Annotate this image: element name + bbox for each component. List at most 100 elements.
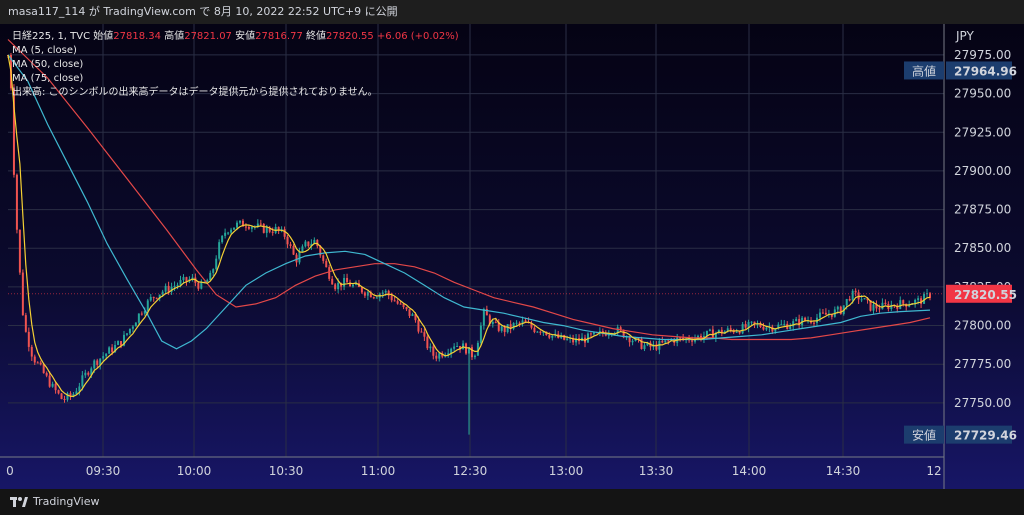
candle-body (301, 246, 304, 253)
candle-body (372, 297, 375, 299)
candle-body (518, 322, 521, 324)
footer-brand[interactable]: TradingView (33, 489, 99, 515)
candle-body (845, 298, 848, 306)
x-tick-label: 10:30 (269, 464, 304, 478)
candle-body (108, 347, 111, 354)
candle-body (325, 260, 328, 268)
candle-body (173, 285, 176, 287)
candle-body (298, 252, 301, 263)
footer: TradingView (0, 489, 1024, 515)
candle-body (230, 229, 233, 233)
candle-body (789, 326, 792, 330)
candle-body (435, 355, 438, 359)
candle-body (292, 245, 295, 255)
candle-body (236, 222, 239, 228)
candle-body (334, 284, 337, 290)
candle-body (399, 303, 402, 305)
candle-body (563, 335, 566, 340)
candle-body (417, 320, 420, 332)
open-value: 27818.34 (113, 31, 162, 42)
candle-body (691, 340, 694, 342)
y-tick-label: 27950.00 (954, 87, 1011, 101)
candle-body (479, 325, 482, 343)
candle-body (131, 326, 134, 329)
candle-body (795, 318, 798, 322)
candle-body (81, 375, 84, 387)
high-value: 27821.07 (184, 31, 232, 42)
y-tick-label: 27975.00 (954, 48, 1011, 62)
candle-body (813, 322, 816, 324)
candle-body (917, 298, 920, 300)
candle-body (708, 329, 711, 331)
legend-ma5[interactable]: MA (5, close) (12, 44, 459, 58)
candle-body (304, 241, 307, 247)
candle-body (500, 326, 503, 331)
candle-body (197, 282, 200, 289)
symbol-label: 日経225, 1, TVC (12, 31, 91, 42)
candle-body (426, 336, 429, 349)
x-tick-label: 14:00 (732, 464, 767, 478)
candle-body (738, 331, 741, 334)
candle-body (411, 314, 414, 316)
candle-body (283, 229, 286, 237)
candle-body (851, 290, 854, 301)
candle-body (167, 285, 170, 292)
x-tick-label: 11:00 (361, 464, 396, 478)
candle-body (836, 306, 839, 310)
candle-body (780, 324, 783, 326)
close-value: 27820.55 (326, 31, 374, 42)
publish-datetime: 8月 10, 2022 22:52 UTC+9 (213, 5, 362, 18)
y-tick-label: 27750.00 (954, 396, 1011, 410)
header-connector: が (88, 5, 100, 18)
candle-body (185, 277, 188, 282)
candle-body (420, 331, 423, 333)
candle-body (375, 297, 378, 299)
candle-body (54, 383, 57, 391)
candle-body (42, 364, 45, 374)
candle-body (664, 340, 667, 343)
site-name[interactable]: TradingView.com (103, 5, 195, 18)
candle-body (286, 236, 289, 245)
x-tick-label: 12:30 (453, 464, 488, 478)
candle-body (331, 278, 334, 285)
ma5-line (7, 54, 931, 398)
candle-body (247, 226, 250, 229)
low-tag-label: 安値 (912, 428, 936, 443)
candle-body (111, 347, 114, 352)
candle-body (221, 235, 224, 243)
y-tick-label: 27775.00 (954, 357, 1011, 371)
candle-body (93, 360, 96, 369)
candle-body (51, 383, 54, 387)
legend-ma75[interactable]: MA (75, close) (12, 72, 459, 86)
candle-body (265, 227, 268, 233)
candle-body (783, 323, 786, 325)
legend-ma50[interactable]: MA (50, close) (12, 58, 459, 72)
candle-body (872, 304, 875, 311)
candle-body (661, 341, 664, 343)
candle-body (465, 343, 468, 354)
candle-body (200, 282, 203, 289)
candle-body (821, 312, 824, 314)
candle-body (438, 353, 441, 359)
candle-body (884, 302, 887, 304)
candle-body (128, 328, 131, 334)
candle-body (27, 331, 30, 347)
candle-body (140, 313, 143, 315)
candle-body (902, 300, 905, 304)
low-tag-value: 27729.46 (954, 429, 1017, 443)
candle-body (631, 340, 634, 343)
candle-body (137, 313, 140, 323)
candle-body (84, 372, 87, 376)
candle-body (393, 300, 396, 302)
candle-body (839, 306, 842, 315)
ohlc-row: 日経225, 1, TVC 始値27818.34 高値27821.07 安値27… (12, 30, 459, 44)
y-tick-label: 27925.00 (954, 125, 1011, 139)
candle-body (33, 356, 36, 363)
candle-body (36, 362, 39, 364)
author-name[interactable]: masa117_114 (8, 5, 85, 18)
candle-body (589, 333, 592, 335)
candle-body (352, 284, 355, 287)
candle-body (164, 285, 167, 292)
tradingview-logo-icon[interactable] (10, 496, 28, 508)
candle-body (711, 329, 714, 338)
